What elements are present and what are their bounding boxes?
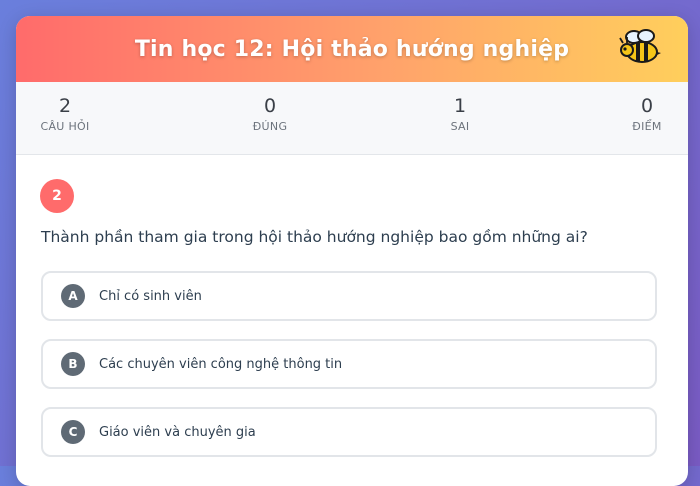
stat-value: 2 [58,95,72,117]
stat-score: 0 ĐIỂM [607,94,687,133]
quiz-title: Tin học 12: Hội thảo hướng nghiệp [134,36,570,62]
stat-value: 0 [263,95,277,117]
stat-correct: 0 ĐÚNG [230,94,310,133]
stat-label: SAI [450,120,470,133]
quiz-header: Tin học 12: Hội thảo hướng nghiệp [16,16,688,82]
option-text: Các chuyên viên công nghệ thông tin [99,356,343,372]
question-number-badge: 2 [40,179,74,213]
answer-option-c[interactable]: C Giáo viên và chuyên gia [41,407,657,457]
stat-label: ĐÚNG [252,120,288,133]
stat-value: 0 [640,95,654,117]
option-text: Giáo viên và chuyên gia [99,424,256,440]
question-text: Thành phần tham gia trong hội thảo hướng… [41,228,588,246]
answer-option-b[interactable]: B Các chuyên viên công nghệ thông tin [41,339,657,389]
answer-option-a[interactable]: A Chỉ có sinh viên [41,271,657,321]
bee-icon [619,29,661,63]
option-letter: C [61,420,85,444]
stats-bar: 2 CÂU HỎI 0 ĐÚNG 1 SAI 0 ĐIỂM [16,82,688,155]
stat-label: ĐIỂM [632,120,662,133]
stat-questions: 2 CÂU HỎI [25,94,105,133]
stat-value: 1 [453,95,467,117]
option-text: Chỉ có sinh viên [99,288,202,304]
quiz-card: Tin học 12: Hội thảo hướng nghiệp 2 CÂU … [16,16,688,486]
stat-wrong: 1 SAI [420,94,500,133]
stat-label: CÂU HỎI [40,120,90,133]
option-letter: A [61,284,85,308]
option-letter: B [61,352,85,376]
